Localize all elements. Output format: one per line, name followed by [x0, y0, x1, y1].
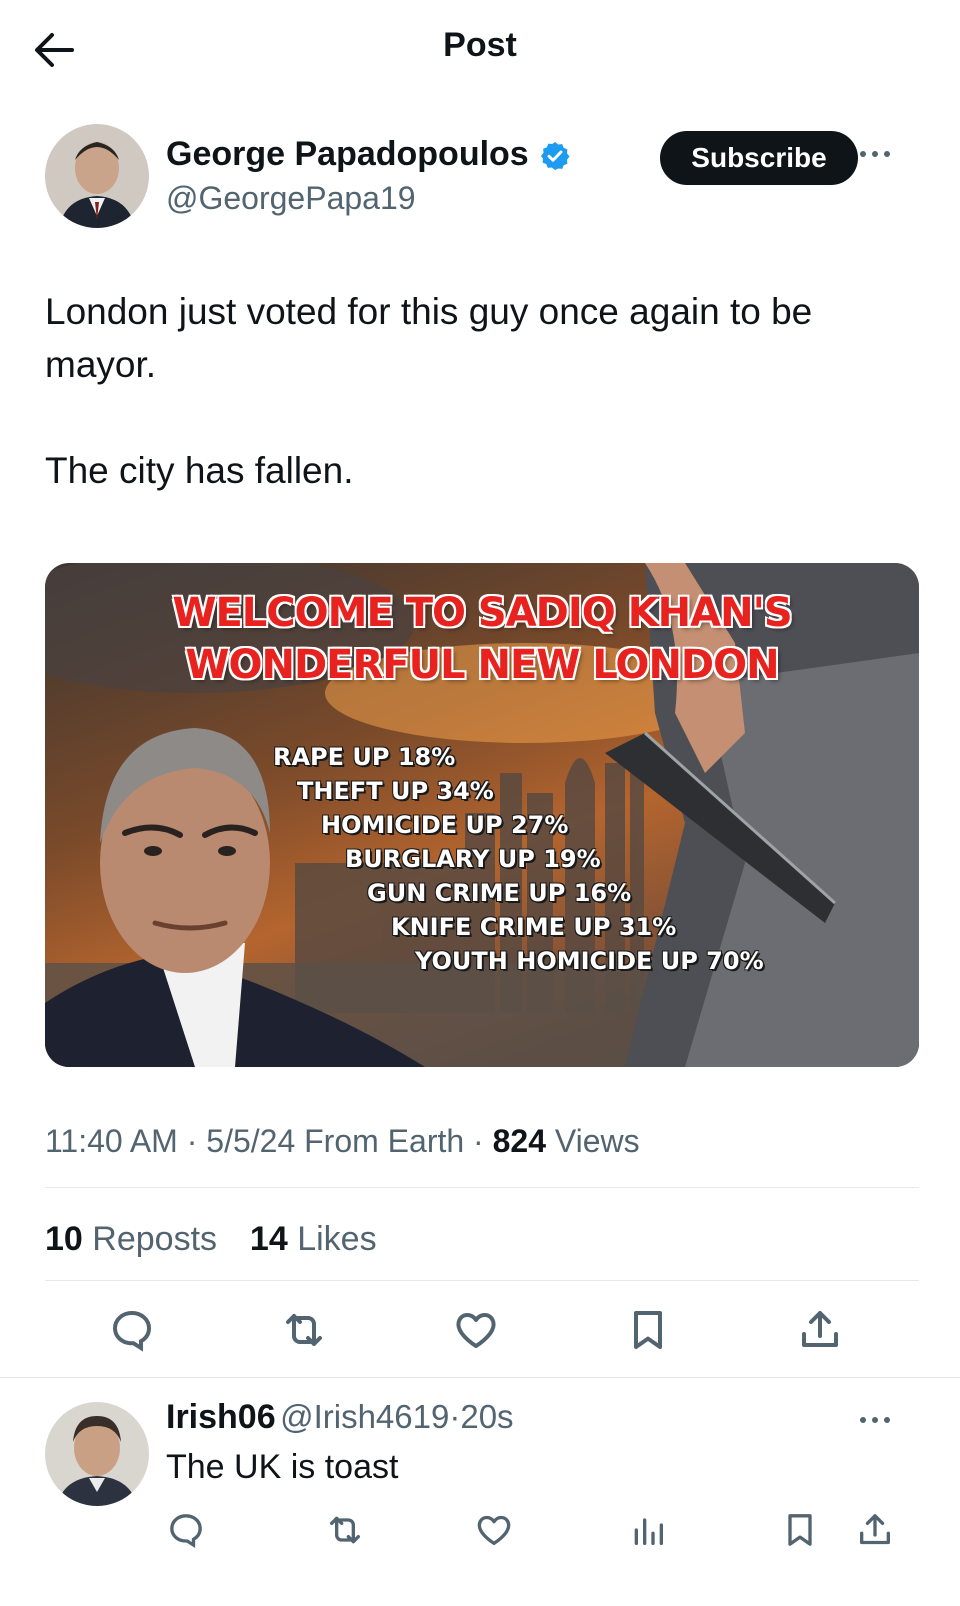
image-stat-list: RAPE UP 18% THEFT UP 34% HOMICIDE UP 27%… [45, 743, 919, 1003]
repost-icon[interactable] [280, 1306, 328, 1354]
author-name[interactable]: George Papadopoulos [166, 135, 529, 174]
image-stat: RAPE UP 18% [273, 743, 456, 771]
reposts-count: 10 [45, 1220, 83, 1258]
post-date[interactable]: 5/5/24 [206, 1123, 295, 1159]
views-count: 824 [492, 1123, 546, 1159]
bookmark-icon[interactable] [624, 1306, 672, 1354]
reply-text: The UK is toast [166, 1448, 399, 1486]
post-text-line: London just voted for this guy once agai… [45, 291, 813, 385]
image-stat: BURGLARY UP 19% [345, 845, 601, 873]
separator-dot: · [473, 1123, 493, 1159]
engagement-counts: 10 Reposts 14 Likes [45, 1220, 377, 1259]
image-stat: YOUTH HOMICIDE UP 70% [415, 947, 764, 975]
image-stat: THEFT UP 34% [297, 777, 494, 805]
author-avatar[interactable] [45, 124, 149, 228]
share-icon[interactable] [796, 1306, 844, 1354]
likes-label: Likes [297, 1220, 377, 1258]
image-headline: WELCOME TO SADIQ KHAN'S [172, 590, 792, 636]
image-stat: HOMICIDE UP 27% [321, 811, 569, 839]
reply-icon[interactable] [108, 1306, 156, 1354]
page-title: Post [443, 26, 517, 64]
likes-count: 14 [249, 1220, 288, 1258]
reply-time[interactable]: 20s [460, 1398, 513, 1435]
reply-repost-icon[interactable] [325, 1510, 365, 1550]
divider [45, 1280, 919, 1281]
post-source: From Earth [304, 1123, 465, 1159]
author-handle[interactable]: @GeorgePapa19 [166, 180, 416, 217]
post-text: London just voted for this guy once agai… [45, 285, 925, 497]
separator-dot: · [186, 1123, 207, 1159]
reply-comment-icon[interactable] [166, 1510, 206, 1550]
reply-author-name[interactable]: Irish06 [166, 1398, 276, 1436]
image-stat: KNIFE CRIME UP 31% [391, 913, 677, 941]
post-time[interactable]: 11:40 AM [45, 1123, 178, 1159]
divider [45, 1187, 919, 1188]
reposts-label: Reposts [92, 1220, 218, 1258]
post-meta: 11:40 AM · 5/5/24 From Earth · 824 Views [45, 1123, 640, 1160]
reply-author-handle[interactable]: @Irish4619 [280, 1398, 449, 1435]
reply-header: Irish06 @Irish4619·20s [166, 1398, 514, 1437]
image-headline: WONDERFUL NEW LONDON [185, 642, 779, 688]
reply-share-icon[interactable] [855, 1510, 895, 1550]
reply-more-options-icon[interactable] [857, 1410, 893, 1430]
reply-like-heart-icon[interactable] [474, 1510, 514, 1550]
reposts-stat[interactable]: 10 Reposts [45, 1220, 217, 1258]
reply-views-chart-icon[interactable] [628, 1510, 668, 1550]
reply-avatar[interactable] [45, 1402, 149, 1506]
verified-badge-icon [539, 140, 571, 172]
likes-stat[interactable]: 14 Likes [250, 1220, 377, 1258]
reply-bookmark-icon[interactable] [780, 1510, 820, 1550]
subscribe-button[interactable]: Subscribe [660, 131, 858, 185]
post-image[interactable]: WELCOME TO SADIQ KHAN'S WONDERFUL NEW LO… [45, 563, 919, 1067]
image-stat: GUN CRIME UP 16% [367, 879, 632, 907]
divider [0, 1377, 960, 1378]
views-label: Views [554, 1123, 640, 1159]
separator-dot: · [449, 1398, 461, 1435]
more-options-icon[interactable] [857, 144, 893, 164]
post-text-line: The city has fallen. [45, 450, 354, 491]
like-heart-icon[interactable] [452, 1306, 500, 1354]
